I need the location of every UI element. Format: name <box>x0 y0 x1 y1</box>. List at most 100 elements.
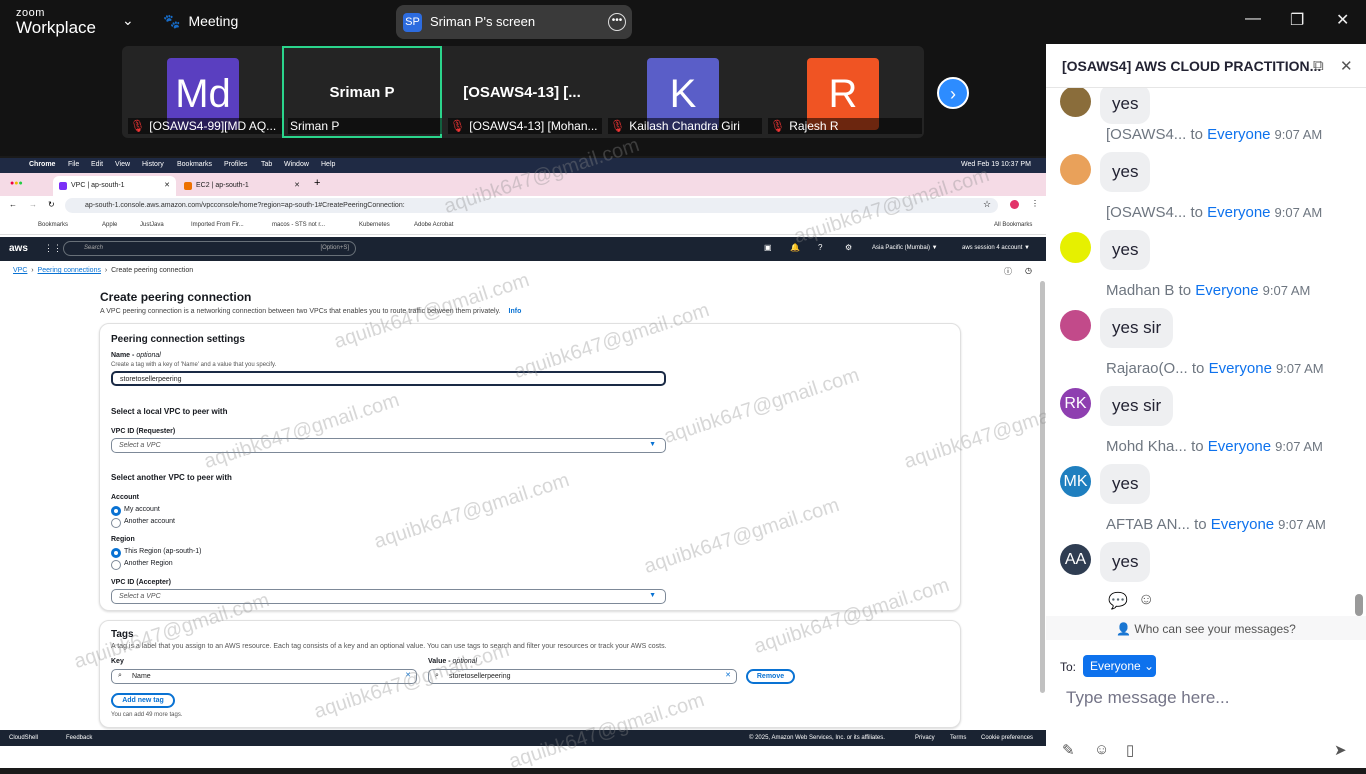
chat-scrollbar[interactable] <box>1355 594 1363 616</box>
message-bubble[interactable]: yes sir <box>1100 308 1174 348</box>
bookmark-item[interactable]: JustJava <box>140 222 164 228</box>
participant-tile-active[interactable]: Sriman P Sriman P <box>282 46 442 138</box>
message-bubble[interactable]: yes <box>1100 464 1151 504</box>
all-bookmarks[interactable]: All Bookmarks <box>994 222 1032 228</box>
more-icon[interactable]: ••• <box>608 13 626 31</box>
close-tab-icon[interactable]: ✕ <box>294 181 300 189</box>
name-input[interactable]: storetosellerpeering <box>111 371 666 386</box>
menu-item[interactable]: Profiles <box>224 161 247 168</box>
info-icon[interactable]: ⓘ <box>1004 266 1012 277</box>
recipient-dropdown[interactable]: Everyone ⌄ <box>1083 655 1156 677</box>
reply-icon[interactable]: 💬 <box>1108 591 1128 611</box>
message-bubble[interactable]: yes <box>1100 230 1151 270</box>
remove-tag-button[interactable]: Remove <box>746 669 795 684</box>
account-menu[interactable]: aws session 4 account ▼ <box>962 245 1030 251</box>
menu-item[interactable]: Edit <box>91 161 103 168</box>
message-bubble[interactable]: yes sir <box>1100 386 1174 426</box>
menu-item[interactable]: Bookmarks <box>177 161 212 168</box>
cookies-link[interactable]: Cookie preferences <box>981 735 1033 741</box>
breadcrumb-peering[interactable]: Peering connections <box>38 267 101 274</box>
minimize-icon[interactable]: — <box>1245 10 1261 28</box>
bookmark-item[interactable]: macos - STS not r... <box>272 222 325 228</box>
reload-icon[interactable]: ↻ <box>48 200 55 209</box>
menu-item[interactable]: History <box>142 161 164 168</box>
message-header: Madhan B to Everyone 9:07 AM <box>1106 282 1311 299</box>
bookmark-item[interactable]: Apple <box>102 222 117 228</box>
menu-item[interactable]: File <box>68 161 79 168</box>
clock-icon[interactable]: ◷ <box>1025 266 1032 275</box>
another-region-radio[interactable]: Another Region <box>111 560 173 570</box>
my-account-radio[interactable]: My account <box>111 506 160 516</box>
feedback-link[interactable]: Feedback <box>66 735 92 741</box>
help-icon[interactable]: ? <box>818 243 822 252</box>
menu-item[interactable]: Tab <box>261 161 272 168</box>
menu-item[interactable]: Help <box>321 161 335 168</box>
services-grid-icon[interactable]: ⋮⋮ <box>44 243 62 254</box>
key-label: Key <box>111 658 124 665</box>
new-tab-button[interactable]: + <box>314 177 320 189</box>
accepter-vpc-select[interactable]: Select a VPC ▼ <box>111 589 666 604</box>
menu-kebab-icon[interactable]: ⋮ <box>1031 199 1039 208</box>
requester-vpc-select[interactable]: Select a VPC ▼ <box>111 438 666 453</box>
format-icon[interactable]: ✎ <box>1062 741 1075 759</box>
send-icon[interactable]: ➤ <box>1334 741 1347 759</box>
bookmark-item[interactable]: Adobe Acrobat <box>414 222 453 228</box>
tag-value-input[interactable]: ⌕ storetosellerpeering ✕ <box>428 669 737 684</box>
close-tab-icon[interactable]: ✕ <box>164 181 170 189</box>
tag-key-input[interactable]: ⌕ Name ✕ <box>111 669 417 684</box>
this-region-radio[interactable]: This Region (ap-south-1) <box>111 548 201 558</box>
message-bubble[interactable]: yes <box>1100 88 1151 124</box>
account-label: Account <box>111 494 139 501</box>
add-reaction-icon[interactable]: ☺ <box>1138 591 1154 609</box>
back-icon[interactable]: ← <box>9 200 17 209</box>
emoji-icon[interactable]: ☺ <box>1094 741 1109 758</box>
menu-item[interactable]: View <box>115 161 130 168</box>
who-can-see[interactable]: 👤 Who can see your messages? <box>1046 616 1366 640</box>
another-account-radio[interactable]: Another account <box>111 518 175 528</box>
chevron-down-icon[interactable]: ⌄ <box>122 12 134 29</box>
screen-share-indicator[interactable]: SP Sriman P's screen ••• <box>396 5 632 39</box>
participant-tile[interactable]: R 🎙 Rajesh R <box>762 46 922 138</box>
forward-icon[interactable]: → <box>29 200 37 209</box>
participant-tile[interactable]: K 🎙 Kailash Chandra Giri <box>602 46 762 138</box>
clear-icon[interactable]: ✕ <box>725 671 731 679</box>
privacy-link[interactable]: Privacy <box>915 735 935 741</box>
aws-logo[interactable]: aws <box>9 243 28 254</box>
tab-vpc[interactable]: VPC | ap-south-1 ✕ <box>53 176 176 196</box>
participant-tile[interactable]: [OSAWS4-13] [... 🎙 [OSAWS4-13] [Mohan... <box>442 46 602 138</box>
profile-avatar[interactable] <box>1010 200 1019 209</box>
tab-ec2[interactable]: EC2 | ap-south-1 ✕ <box>178 176 306 196</box>
bookmark-item[interactable]: Bookmarks <box>38 222 68 228</box>
message-bubble[interactable]: yes <box>1100 152 1151 192</box>
bell-icon[interactable]: 🔔 <box>790 243 800 252</box>
bookmark-star-icon[interactable]: ☆ <box>983 199 991 210</box>
clear-icon[interactable]: ✕ <box>405 671 411 679</box>
info-link[interactable]: Info <box>509 308 522 315</box>
breadcrumb-vpc[interactable]: VPC <box>13 267 27 274</box>
meeting-menu[interactable]: 🐾 Meeting <box>163 13 238 30</box>
message-input[interactable]: Type message here... <box>1066 688 1229 708</box>
close-chat-icon[interactable]: ✕ <box>1340 57 1353 75</box>
bookmark-item[interactable]: Kubernetes <box>359 222 390 228</box>
add-tag-button[interactable]: Add new tag <box>111 693 175 708</box>
message-bubble[interactable]: yes <box>1100 542 1151 582</box>
cloudshell-link[interactable]: CloudShell <box>9 735 38 741</box>
next-page-button[interactable]: › <box>937 77 969 109</box>
traffic-lights-icon[interactable]: ●●● <box>10 180 23 187</box>
muted-mic-icon: 🎙 <box>770 119 786 133</box>
cloudshell-icon[interactable]: ▣ <box>764 243 772 252</box>
url-bar[interactable]: ap-south-1.console.aws.amazon.com/vpccon… <box>65 198 998 213</box>
participant-tile[interactable]: Md 🎙 [OSAWS4-99][MD AQ... <box>122 46 282 138</box>
region-selector[interactable]: Asia Pacific (Mumbai) ▼ <box>872 245 938 251</box>
file-icon[interactable]: ▯ <box>1126 741 1134 759</box>
zoom-logo: zoom Workplace <box>16 7 96 37</box>
close-icon[interactable]: ✕ <box>1336 10 1349 30</box>
bookmark-item[interactable]: Imported From Fir... <box>191 222 244 228</box>
gear-icon[interactable]: ⚙ <box>845 243 852 252</box>
menu-item[interactable]: Window <box>284 161 309 168</box>
terms-link[interactable]: Terms <box>950 735 966 741</box>
popout-icon[interactable]: ⧉ <box>1313 57 1324 74</box>
aws-search-input[interactable]: Search [Option+S] <box>63 241 356 256</box>
page-scrollbar[interactable] <box>1040 281 1045 693</box>
maximize-icon[interactable]: ❐ <box>1290 10 1304 30</box>
